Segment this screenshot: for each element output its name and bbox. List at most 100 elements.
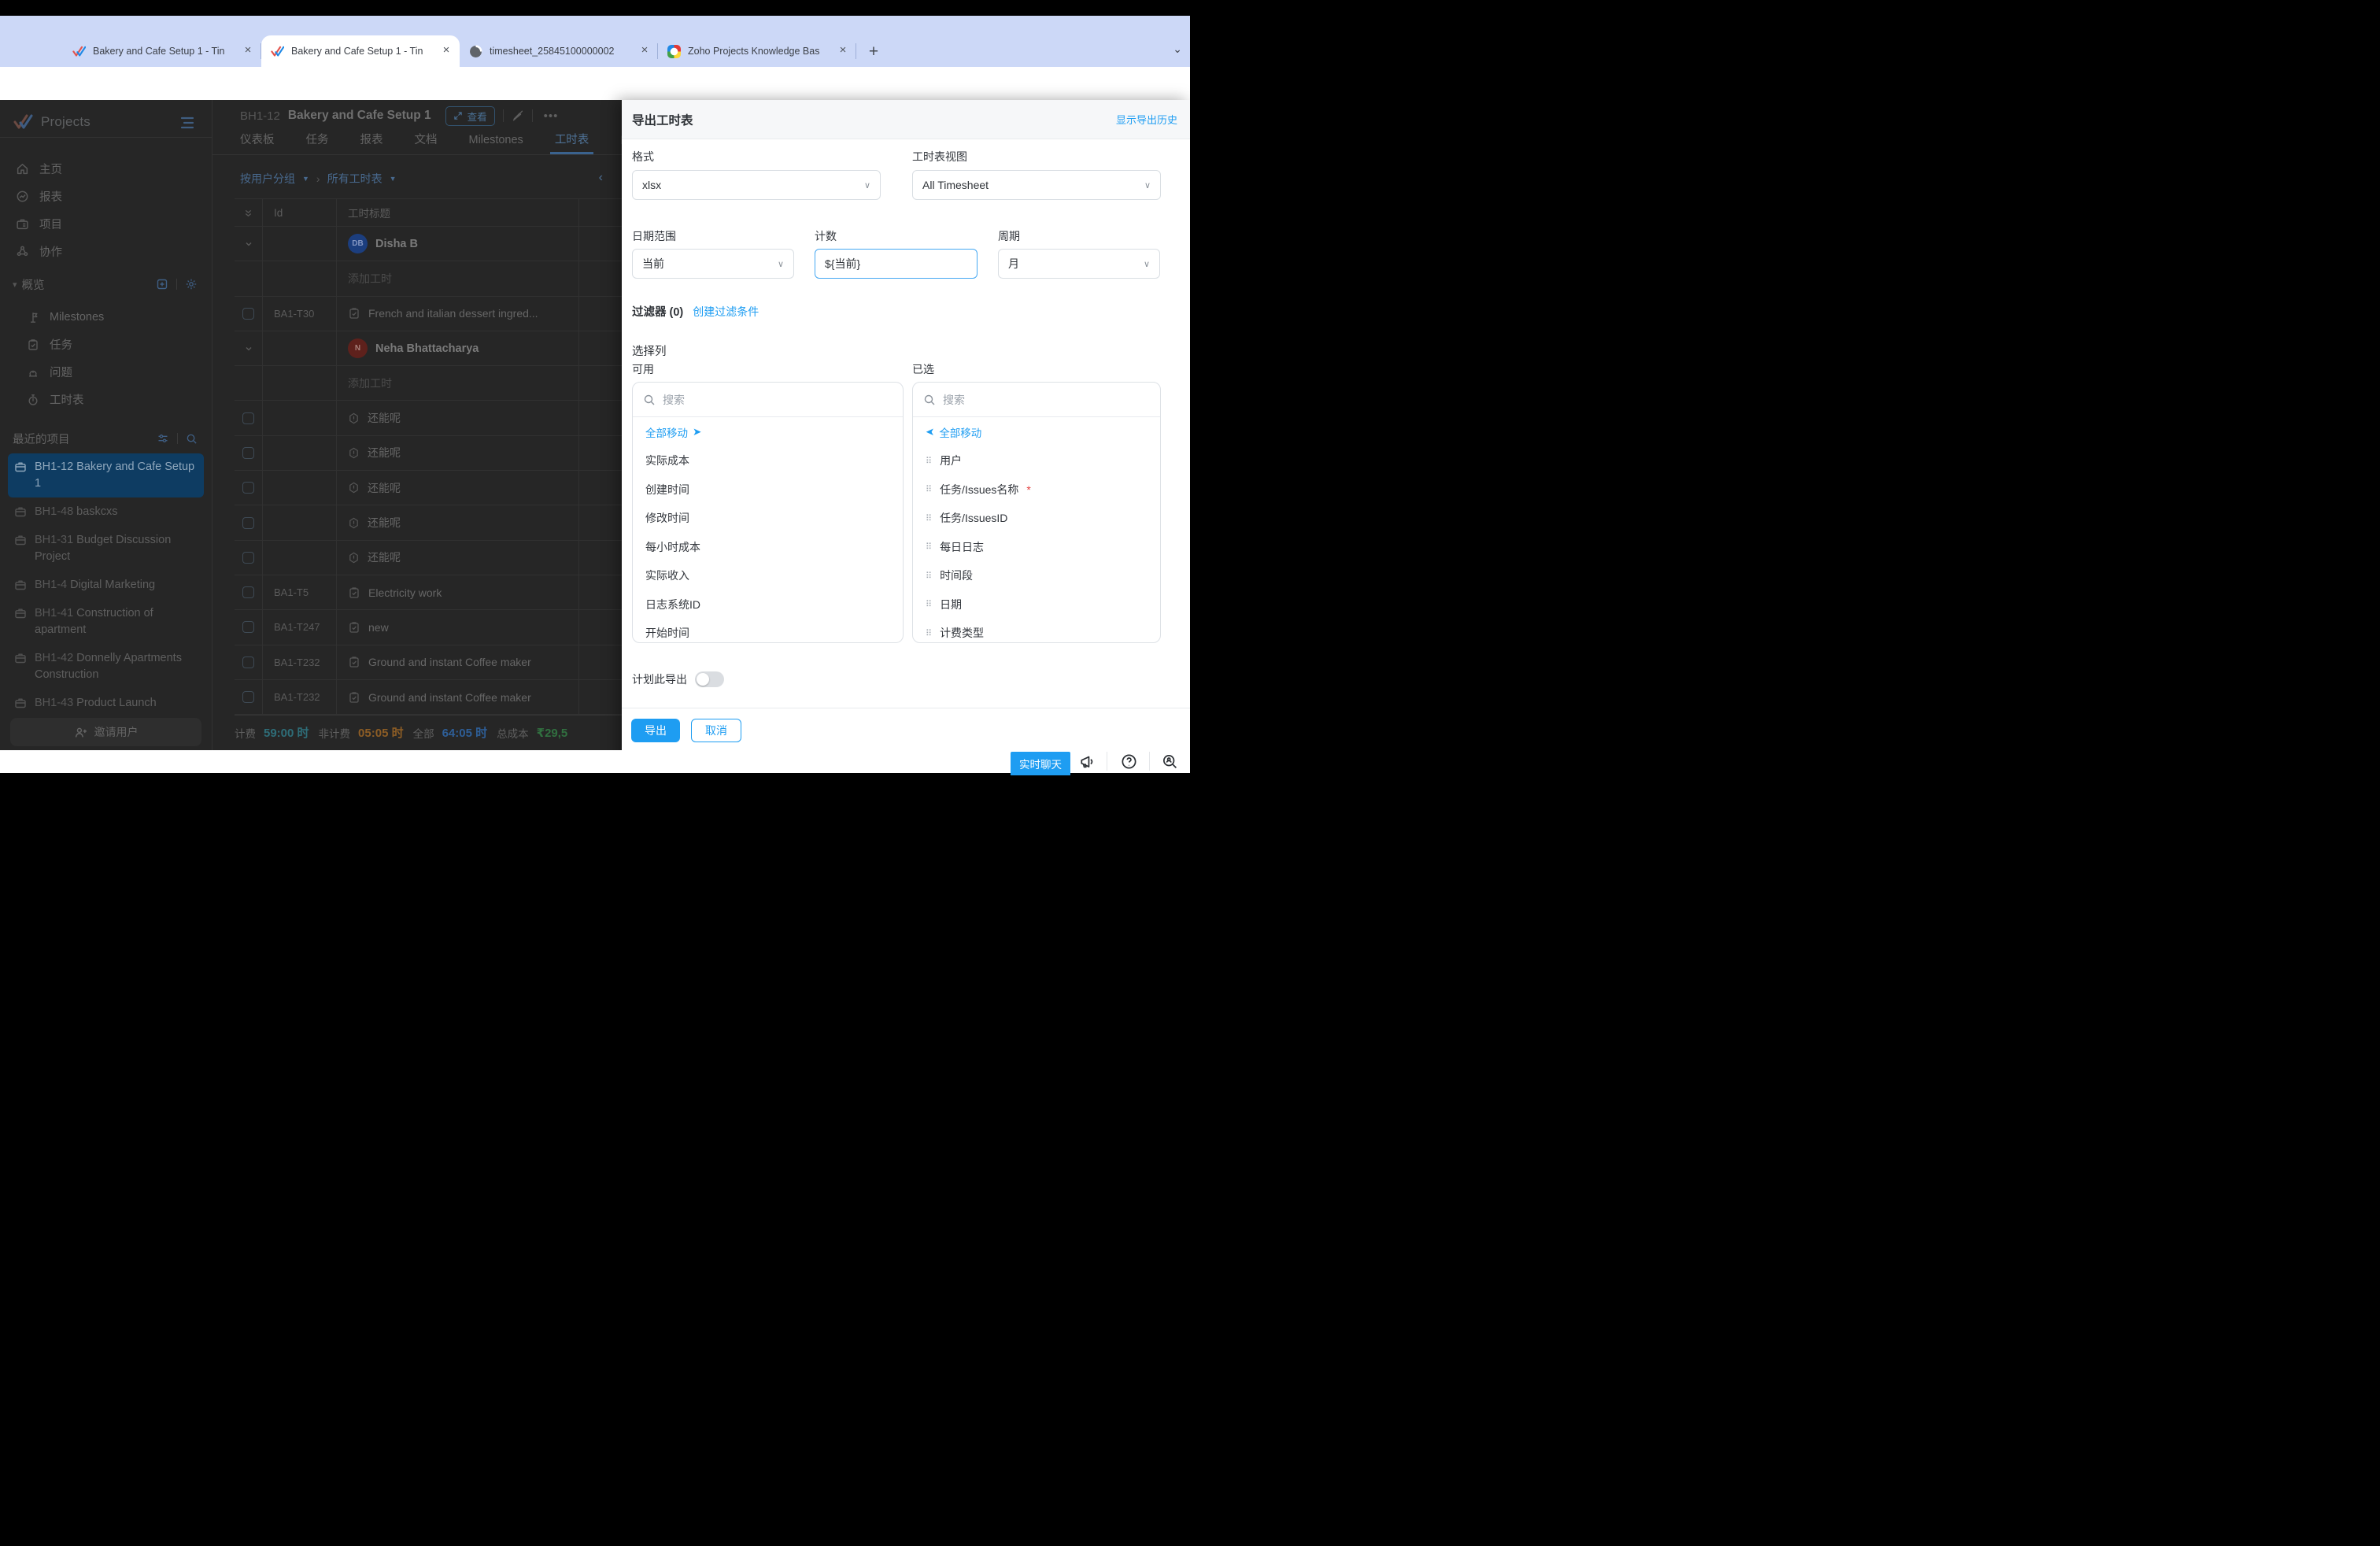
table-row[interactable]: 还能呢 [235, 436, 622, 471]
sidebar-item-collaboration[interactable]: 协作 [0, 238, 212, 265]
cancel-button[interactable]: 取消 [691, 719, 741, 742]
timesheet-view-dropdown[interactable]: 所有工时表 [327, 171, 382, 187]
row-checkbox[interactable] [242, 412, 254, 424]
timesheet-view-select[interactable]: All Timesheet∨ [912, 170, 1161, 200]
table-row[interactable]: BA1-T5 Electricity work [235, 575, 622, 610]
browser-tab[interactable]: Bakery and Cafe Setup 1 - Tin × [261, 35, 460, 67]
row-checkbox[interactable] [242, 656, 254, 668]
table-row[interactable]: DB Disha B [235, 227, 622, 261]
column-header-id[interactable]: Id [263, 199, 337, 226]
table-row[interactable]: BA1-T247 new [235, 610, 622, 645]
row-checkbox[interactable] [242, 447, 254, 459]
available-column-item[interactable]: 日志系统ID [633, 590, 903, 620]
tab-close-icon[interactable]: × [638, 44, 652, 58]
tab-close-icon[interactable]: × [439, 44, 453, 58]
table-row[interactable]: 添加工时 [235, 261, 622, 296]
row-checkbox[interactable] [242, 308, 254, 320]
sidebar-item-tasks[interactable]: 任务 [0, 331, 212, 358]
sidebar-project-item[interactable]: BH1-4Digital Marketing [8, 571, 204, 599]
sidebar-item-reports[interactable]: 报表 [0, 183, 212, 210]
sidebar-project-item[interactable]: BH1-41Construction of apartment [8, 600, 204, 644]
live-chat-button[interactable]: 实时聊天 [1011, 752, 1070, 775]
selected-column-item[interactable]: ⠿ 用户 [913, 446, 1160, 475]
announcements-icon[interactable] [1079, 753, 1096, 770]
show-export-history-link[interactable]: 显示导出历史 [1116, 112, 1177, 127]
available-column-item[interactable]: 修改时间 [633, 504, 903, 533]
collapse-all-icon[interactable] [243, 208, 253, 218]
row-checkbox[interactable] [242, 552, 254, 564]
row-checkbox[interactable] [242, 482, 254, 494]
available-column-item[interactable]: 实际收入 [633, 561, 903, 590]
project-tab[interactable]: Milestones [469, 128, 523, 154]
available-search-input[interactable] [663, 394, 893, 406]
selected-column-item[interactable]: ⠿ 任务/IssuesID [913, 504, 1160, 533]
search-icon[interactable] [186, 433, 198, 445]
gear-icon[interactable] [185, 278, 198, 290]
table-row[interactable]: BA1-T232 Ground and instant Coffee maker [235, 645, 622, 680]
table-row[interactable]: BA1-T30 French and italian dessert ingre… [235, 297, 622, 331]
column-header-title[interactable]: 工时标题 [337, 199, 579, 226]
selected-column-item[interactable]: ⠿ 任务/Issues名称 * [913, 475, 1160, 505]
browser-tab[interactable]: Bakery and Cafe Setup 1 - Tin × [63, 35, 261, 67]
group-chevron-icon[interactable] [244, 344, 253, 353]
table-row[interactable]: 还能呢 [235, 471, 622, 505]
add-time-log-link[interactable]: 添加工时 [348, 271, 392, 287]
sidebar-item-timesheet[interactable]: 工时表 [0, 386, 212, 413]
sidebar-collapse-icon[interactable] [179, 117, 196, 129]
browser-tab[interactable]: timesheet_25845100000002 × [460, 35, 658, 67]
sidebar-item-issues[interactable]: 问题 [0, 358, 212, 386]
row-checkbox[interactable] [242, 586, 254, 598]
help-icon[interactable] [1121, 753, 1137, 770]
filter-icon[interactable] [157, 432, 169, 445]
row-checkbox[interactable] [242, 517, 254, 529]
sidebar-item-home[interactable]: 主页 [0, 155, 212, 183]
sidebar-item-milestones[interactable]: Milestones [0, 303, 212, 331]
drag-handle-icon[interactable]: ⠿ [926, 513, 932, 523]
drag-handle-icon[interactable]: ⠿ [926, 571, 932, 581]
sidebar-project-item[interactable]: BH1-48baskcxs [8, 498, 204, 526]
table-row[interactable]: 还能呢 [235, 401, 622, 435]
drag-handle-icon[interactable]: ⠿ [926, 542, 932, 552]
sidebar-item-projects[interactable]: 项目 [0, 210, 212, 238]
browser-tab[interactable]: Zoho Projects Knowledge Bas × [658, 35, 856, 67]
drag-handle-icon[interactable]: ⠿ [926, 599, 932, 609]
create-filter-link[interactable]: 创建过滤条件 [693, 304, 759, 320]
tab-search-chevron-icon[interactable]: ⌄ [1173, 43, 1182, 56]
row-checkbox[interactable] [242, 691, 254, 703]
selected-column-item[interactable]: ⠿ 每日日志 [913, 533, 1160, 562]
panel-collapse-chevron-icon[interactable]: ‹ [599, 171, 603, 185]
available-column-item[interactable]: 开始时间 [633, 619, 903, 643]
sidebar-project-item[interactable]: BH1-42Donnelly Apartments Construction [8, 645, 204, 689]
schedule-export-toggle[interactable] [695, 671, 724, 687]
available-column-item[interactable]: 创建时间 [633, 475, 903, 505]
date-range-select[interactable]: 当前∨ [632, 249, 794, 279]
group-chevron-icon[interactable] [244, 239, 253, 249]
sidebar-project-item[interactable]: BH1-43Product Launch [8, 690, 204, 717]
available-column-item[interactable]: 每小时成本 [633, 533, 903, 562]
sidebar-project-item[interactable]: BH1-31Budget Discussion Project [8, 527, 204, 571]
move-all-right-link[interactable]: 全部移动➤ [633, 417, 903, 446]
invite-users-button[interactable]: 邀请用户 [10, 718, 201, 746]
add-view-icon[interactable] [156, 278, 168, 290]
tab-close-icon[interactable]: × [836, 44, 850, 58]
project-tab[interactable]: 文档 [415, 128, 438, 154]
export-button[interactable]: 导出 [631, 719, 680, 742]
add-time-log-link[interactable]: 添加工时 [348, 375, 392, 391]
table-row[interactable]: 还能呢 [235, 505, 622, 540]
sidebar-project-item[interactable]: BH1-12Bakery and Cafe Setup 1 [8, 453, 204, 497]
table-row[interactable]: 添加工时 [235, 366, 622, 401]
selected-column-item[interactable]: ⠿ 计费类型 [913, 619, 1160, 643]
drag-handle-icon[interactable]: ⠿ [926, 484, 932, 494]
view-button[interactable]: 查看 [445, 106, 495, 126]
table-row[interactable]: N Neha Bhattacharya [235, 331, 622, 366]
group-by-dropdown[interactable]: 按用户分组 [240, 171, 295, 187]
new-tab-button[interactable]: + [863, 41, 885, 63]
selected-column-item[interactable]: ⠿ 日期 [913, 590, 1160, 620]
privacy-lookup-icon[interactable] [1162, 753, 1178, 770]
project-tab[interactable]: 任务 [306, 128, 329, 154]
count-input[interactable] [815, 249, 978, 279]
row-checkbox[interactable] [242, 621, 254, 633]
move-all-left-link[interactable]: ➤全部移动 [913, 417, 1160, 446]
drag-handle-icon[interactable]: ⠿ [926, 628, 932, 638]
available-column-item[interactable]: 实际成本 [633, 446, 903, 475]
